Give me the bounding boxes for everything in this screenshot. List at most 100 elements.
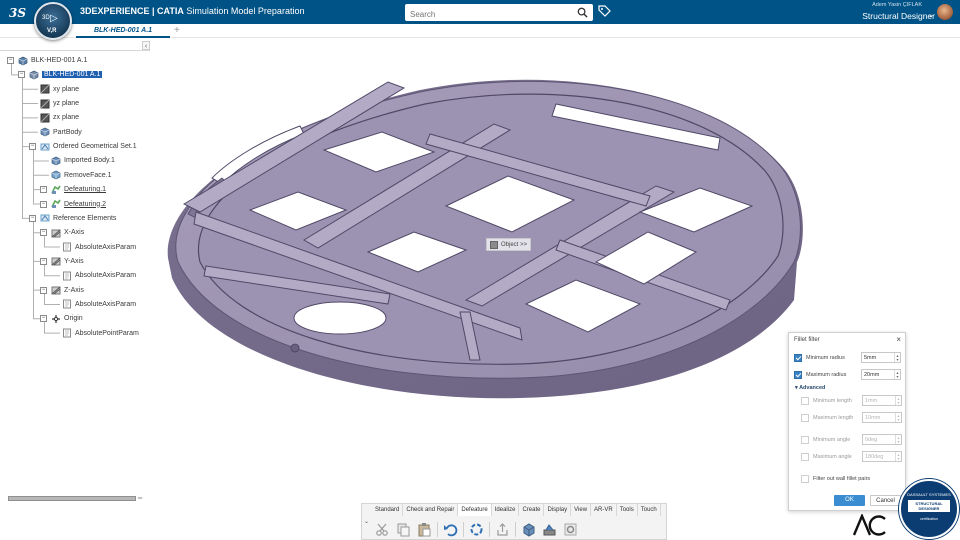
undo-icon[interactable] [442, 521, 459, 538]
tab-create[interactable]: Create [519, 504, 545, 516]
minimum-radius-checkbox[interactable] [794, 354, 802, 362]
minimum-angle-stepper[interactable]: ▲▼ [862, 434, 902, 445]
maximum-length-checkbox[interactable] [801, 414, 809, 422]
stepper-arrows-icon[interactable]: ▲ ▼ [895, 435, 901, 444]
tree-node[interactable]: Z-Axis [51, 285, 84, 296]
tab-ar-vr[interactable]: AR-VR [591, 504, 617, 516]
tree-node[interactable]: AbsoluteAxisParam [62, 270, 136, 281]
tree-node[interactable]: zx plane [40, 112, 79, 123]
tree-node[interactable]: Y-Axis [51, 256, 84, 267]
cancel-button[interactable]: Cancel [870, 495, 901, 506]
tool-c-icon[interactable] [562, 521, 579, 538]
role-selector[interactable]: Structural Designer [862, 11, 935, 21]
tree-horizontal-scrollbar[interactable] [8, 496, 136, 501]
imported-body-icon [51, 156, 61, 166]
context-toolbar-chip[interactable]: Object >> [486, 238, 532, 251]
maximum-radius-checkbox[interactable] [794, 371, 802, 379]
expand-collapse-icon[interactable]: − [40, 200, 47, 208]
tool-b-icon[interactable] [541, 521, 558, 538]
tree-node[interactable]: yz plane [40, 98, 79, 109]
tree-node[interactable]: Reference Elements [40, 213, 116, 224]
filter-wall-checkbox[interactable] [801, 475, 809, 483]
cut-icon[interactable] [374, 521, 391, 538]
tag-icon[interactable] [598, 5, 611, 18]
expand-collapse-icon[interactable]: − [40, 229, 47, 237]
tab-defeature[interactable]: Defeature [458, 504, 492, 516]
tree-node[interactable]: Ordered Geometrical Set.1 [40, 141, 137, 152]
tree-node[interactable]: Origin [51, 313, 83, 324]
tree-node[interactable]: BLK-HED-001 A.1 [29, 69, 103, 80]
add-tab-button[interactable]: + [174, 24, 180, 37]
scrollbar-grip-icon[interactable]: ═ [138, 496, 142, 502]
expand-collapse-icon[interactable]: − [29, 143, 36, 151]
maximum-angle-field[interactable] [863, 452, 895, 461]
search-icon[interactable] [577, 7, 588, 18]
maximum-angle-checkbox[interactable] [801, 453, 809, 461]
tree-node[interactable]: X-Axis [51, 227, 84, 238]
maximum-radius-field[interactable] [862, 370, 894, 379]
tab-touch[interactable]: Touch [638, 504, 661, 516]
tree-node[interactable]: PartBody [40, 127, 82, 138]
tree-node[interactable]: AbsoluteAxisParam [62, 299, 136, 310]
maximum-length-label: Maximum length [813, 415, 854, 421]
tree-node[interactable]: Imported Body.1 [51, 155, 115, 166]
expand-collapse-icon[interactable]: − [40, 315, 47, 323]
tree-node[interactable]: RemoveFace.1 [51, 170, 111, 181]
expand-collapse-icon[interactable]: − [18, 71, 25, 79]
minimum-radius-field[interactable] [862, 353, 894, 362]
action-bar-toggle-icon[interactable]: ⌄ [364, 518, 369, 525]
search-input[interactable] [405, 6, 565, 23]
share-icon[interactable] [494, 521, 511, 538]
paste-icon[interactable] [416, 521, 433, 538]
maximum-radius-row: Maximum radius ▲▼ [794, 369, 904, 381]
update-icon[interactable] [468, 521, 485, 538]
minimum-angle-field[interactable] [863, 435, 895, 444]
tree-node[interactable]: xy plane [40, 84, 79, 95]
search-box[interactable] [405, 4, 593, 23]
minimum-length-checkbox[interactable] [801, 397, 809, 405]
expand-collapse-icon[interactable]: − [7, 57, 14, 64]
tab-standard[interactable]: Standard [372, 504, 404, 516]
advanced-section-toggle[interactable]: ▾ Advanced [795, 385, 825, 391]
maximum-length-stepper[interactable]: ▲▼ [862, 412, 902, 423]
tree-node[interactable]: AbsolutePointParam [62, 328, 139, 339]
stepper-arrows-icon[interactable]: ▲ ▼ [894, 370, 900, 379]
minimum-length-stepper[interactable]: ▲▼ [862, 395, 902, 406]
tab-view[interactable]: View [571, 504, 592, 516]
maximum-length-field[interactable] [863, 413, 895, 422]
minimum-radius-stepper[interactable]: ▲▼ [861, 352, 901, 363]
ok-button[interactable]: OK [834, 495, 865, 506]
tab-check-and-repair[interactable]: Check and Repair [403, 504, 459, 516]
tree-node[interactable]: AbsoluteAxisParam [62, 242, 136, 253]
close-icon[interactable]: × [896, 335, 901, 344]
expand-collapse-icon[interactable]: − [40, 186, 47, 194]
minimum-angle-checkbox[interactable] [801, 436, 809, 444]
stepper-arrows-icon[interactable]: ▲ ▼ [894, 353, 900, 362]
play-icon[interactable]: ▷ [50, 13, 58, 24]
stepper-arrows-icon[interactable]: ▲ ▼ [895, 452, 901, 461]
minimum-length-field[interactable] [863, 396, 895, 405]
tab-tools[interactable]: Tools [617, 504, 638, 516]
expand-collapse-icon[interactable]: − [40, 286, 47, 294]
minimum-radius-label: Minimum radius [806, 355, 845, 361]
tree-node[interactable]: Defeaturing.2 [51, 199, 106, 210]
compass-widget[interactable]: 3D ▷ V,R [34, 2, 72, 40]
tree-node[interactable]: Defeaturing.1 [51, 184, 106, 195]
expand-collapse-icon[interactable]: − [29, 214, 36, 222]
maximum-angle-stepper[interactable]: ▲▼ [862, 451, 902, 462]
tool-a-icon[interactable] [520, 521, 537, 538]
stepper-arrows-icon[interactable]: ▲ ▼ [895, 396, 901, 405]
tree-collapse-button[interactable]: ‹ [142, 41, 150, 50]
expand-collapse-icon[interactable]: − [40, 257, 47, 265]
tab-display[interactable]: Display [544, 504, 572, 516]
tab-idealize[interactable]: Idealize [492, 504, 520, 516]
maximum-radius-stepper[interactable]: ▲▼ [861, 369, 901, 380]
maximum-angle-row: Maximum angle ▲▼ [801, 451, 911, 463]
avatar[interactable] [937, 4, 953, 20]
tab-blk-hed-001[interactable]: BLK-HED-001 A.1 [76, 25, 170, 38]
chevron-down-icon[interactable]: ⌄ [928, 11, 934, 19]
stepper-arrows-icon[interactable]: ▲ ▼ [895, 413, 901, 422]
defeaturing-icon [51, 185, 61, 194]
tree-node[interactable]: BLK-HED-001 A.1 [18, 55, 87, 66]
copy-icon[interactable] [395, 521, 412, 538]
